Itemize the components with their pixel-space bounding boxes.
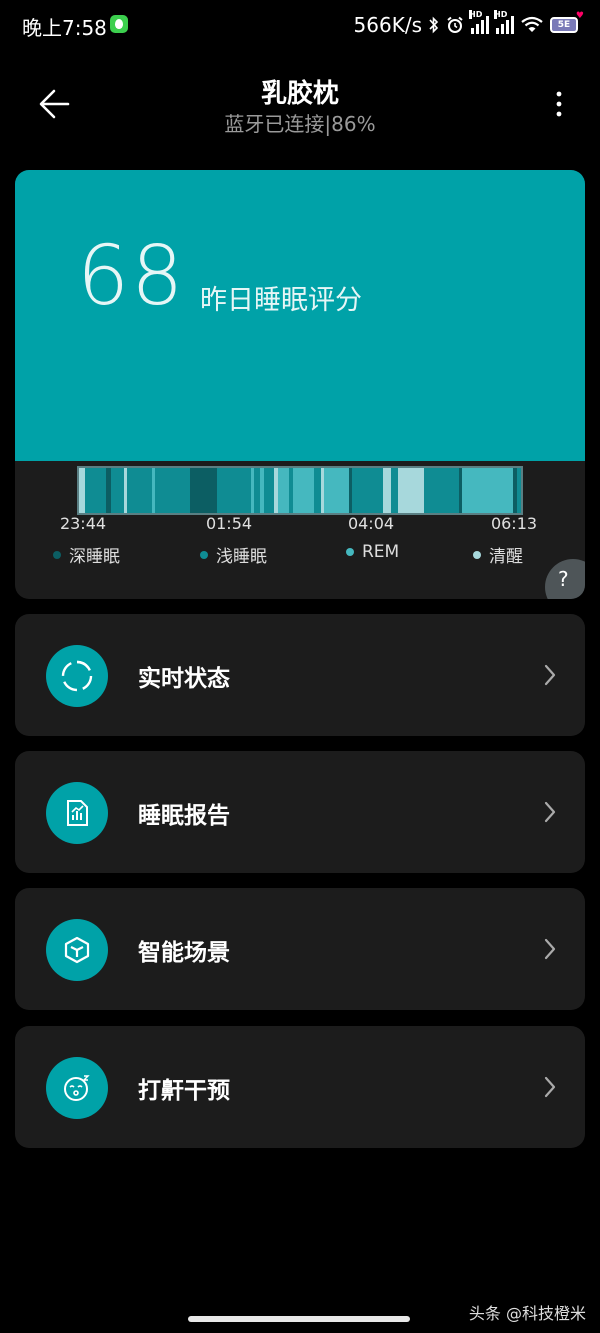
sleep-stage-legend: 深睡眠 浅睡眠 REM 清醒 — [15, 542, 585, 567]
menu-label: 智能场景 — [138, 940, 230, 966]
tick-label: 23:44 — [59, 514, 107, 533]
legend-rem: REM — [346, 542, 399, 562]
smart-scene-icon — [46, 919, 108, 981]
sleep-stage-segment-light — [351, 468, 384, 513]
page-title: 乳胶枕 — [260, 79, 339, 109]
app-header: 乳胶枕 蓝牙已连接|86% — [0, 60, 600, 150]
sleep-stage-segment-light — [313, 468, 322, 513]
timeline-ticks: 23:44 01:54 04:04 06:13 — [15, 514, 585, 536]
menu-item-snore-intervention[interactable]: 打鼾干预 — [15, 1026, 585, 1148]
menu-item-sleep-report[interactable]: 睡眠报告 — [15, 751, 585, 873]
signal-strength-icon-2: HD — [494, 10, 514, 34]
legend-dot — [473, 550, 481, 559]
legend-dot — [53, 550, 61, 559]
signal-strength-icon: HD — [469, 10, 489, 34]
home-indicator[interactable] — [188, 1316, 410, 1322]
sleep-stage-segment-light — [264, 468, 274, 513]
legend-light-sleep: 浅睡眠 — [200, 542, 267, 567]
chevron-right-icon — [544, 664, 556, 686]
sleep-stage-segment-light — [423, 468, 460, 513]
sleep-stage-segment-awake — [383, 468, 391, 513]
tick-label: 01:54 — [205, 514, 253, 533]
network-speed: 566K/s — [353, 13, 422, 37]
sleep-score-label: 昨日睡眠评分 — [200, 285, 362, 316]
app-notification-icon — [110, 15, 128, 33]
legend-awake: 清醒 — [473, 542, 523, 567]
menu-item-realtime-status[interactable]: 实时状态 — [15, 614, 585, 736]
sleep-stage-segment-light — [516, 468, 521, 513]
status-icons: 566K/s HD HD 5E — [353, 10, 584, 38]
sleep-stage-segment-rem — [324, 468, 349, 513]
score-banner: 68 昨日睡眠评分 — [15, 170, 585, 461]
watermark: 头条 @科技橙米 — [468, 1304, 586, 1323]
more-options-icon[interactable] — [554, 90, 564, 118]
sleep-report-icon — [46, 782, 108, 844]
help-icon: ? — [558, 567, 569, 591]
legend-dot — [346, 548, 354, 556]
bluetooth-icon — [429, 16, 439, 34]
chevron-right-icon — [544, 938, 556, 960]
sleep-stage-segment-awake — [398, 468, 424, 513]
sleep-stage-segment-light — [253, 468, 261, 513]
sleep-stage-segment-rem — [277, 468, 289, 513]
chevron-right-icon — [544, 801, 556, 823]
chevron-right-icon — [544, 1076, 556, 1098]
sleep-stage-segment-light — [127, 468, 153, 513]
menu-label: 睡眠报告 — [138, 803, 230, 829]
sleep-stage-segment-rem — [292, 468, 314, 513]
legend-deep-sleep: 深睡眠 — [53, 542, 120, 567]
legend-dot — [200, 550, 208, 559]
sleep-stage-segment-light — [84, 468, 106, 513]
menu-label: 实时状态 — [138, 666, 230, 692]
tick-label: 04:04 — [347, 514, 395, 533]
wifi-icon — [521, 16, 543, 32]
snore-intervention-icon — [46, 1057, 108, 1119]
menu-label: 打鼾干预 — [138, 1078, 230, 1104]
battery-icon: 5E — [550, 11, 584, 33]
sleep-stage-segment-deep — [190, 468, 217, 513]
sleep-score-card[interactable]: 68 昨日睡眠评分 23:44 01:54 04:04 06:13 深睡眠 浅睡… — [15, 170, 585, 599]
sleep-stage-segment-light — [216, 468, 251, 513]
connection-status: 蓝牙已连接|86% — [224, 112, 376, 136]
realtime-status-icon — [46, 645, 108, 707]
sleep-stage-segment-light — [111, 468, 124, 513]
sleep-stage-segment-rem — [461, 468, 514, 513]
alarm-icon — [447, 16, 463, 33]
sleep-score-value: 68 — [77, 229, 186, 324]
status-bar: 晚上7:58 566K/s HD HD 5E — [0, 0, 600, 50]
sleep-stage-timeline — [77, 466, 523, 515]
tick-label: 06:13 — [490, 514, 538, 533]
sleep-stage-segment-light — [155, 468, 191, 513]
menu-item-smart-scene[interactable]: 智能场景 — [15, 888, 585, 1010]
status-time: 晚上7:58 — [22, 16, 107, 40]
sleep-stage-segment-light — [390, 468, 399, 513]
